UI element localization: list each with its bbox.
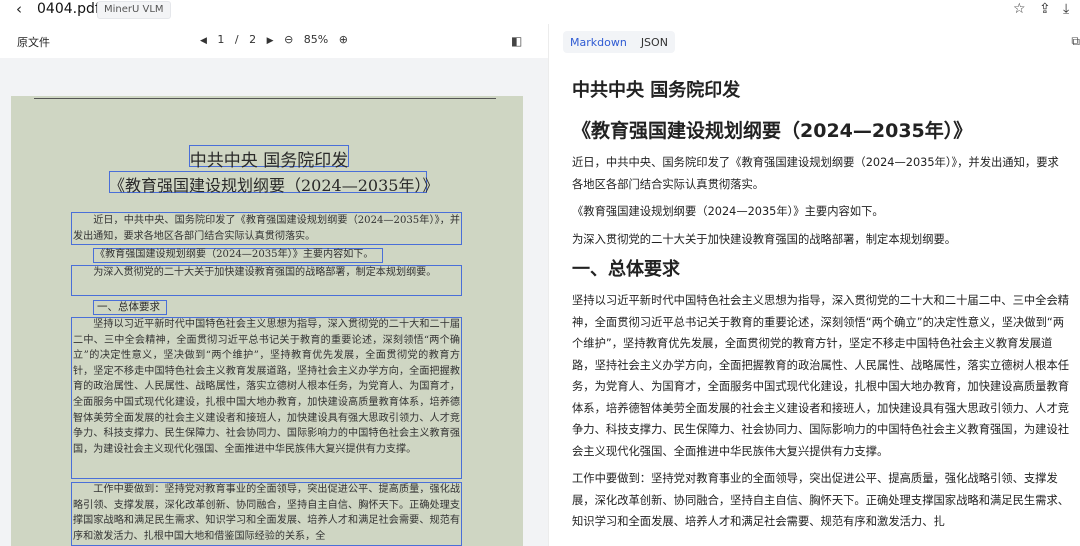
- md-heading-2: 一、总体要求: [572, 259, 680, 280]
- scan-paragraph-3: 为深入贯彻党的二十大关于加快建设教育强国的战略部署，制定本规划纲要。: [93, 267, 437, 278]
- download-icon[interactable]: ⤓: [1063, 1, 1069, 17]
- copy-icon[interactable]: ⧉: [1071, 34, 1080, 49]
- scan-title-2: 《教育强国建设规划纲要（2024—2035年）》: [109, 176, 439, 195]
- page-rule: [34, 98, 496, 99]
- md-heading-1: 中共中央 国务院印发: [572, 80, 741, 101]
- scan-paragraph-1: 近日，中共中央、国务院印发了《教育强国建设规划纲要（2024—2035年）》，并…: [73, 215, 460, 242]
- page-separator: /: [234, 33, 239, 46]
- tab-json[interactable]: JSON: [634, 32, 675, 54]
- page-current[interactable]: 1: [217, 33, 224, 46]
- scan-paragraph-2: 《教育强国建设规划纲要（2024—2035年）》主要内容如下。: [95, 249, 374, 260]
- zoom-in-icon[interactable]: ⊕: [339, 33, 348, 46]
- star-icon[interactable]: ☆: [1013, 1, 1026, 17]
- sidebar-toggle-icon[interactable]: ◧: [511, 34, 522, 48]
- scan-heading: 一、总体要求: [97, 301, 160, 313]
- pdf-page: 中共中央 国务院印发 《教育强国建设规划纲要（2024—2035年）》 近日，中…: [11, 96, 523, 546]
- md-paragraph-2: 《教育强国建设规划纲要（2024—2035年）》主要内容如下。: [572, 205, 884, 218]
- view-tabs: Markdown JSON: [563, 31, 675, 53]
- tab-markdown[interactable]: Markdown: [563, 32, 634, 54]
- markdown-view: 中共中央 国务院印发 《教育强国建设规划纲要（2024—2035年）》 近日，中…: [572, 78, 1070, 533]
- zoom-level: 85%: [303, 33, 329, 46]
- md-heading-1b: 《教育强国建设规划纲要（2024—2035年）》: [572, 120, 973, 142]
- page-total: 2: [249, 33, 257, 46]
- share-icon[interactable]: ⇪: [1039, 1, 1051, 17]
- zoom-out-icon[interactable]: ⊖: [284, 33, 293, 46]
- prev-page-icon[interactable]: ◀: [200, 36, 207, 46]
- md-paragraph-4: 坚持以习近平新时代中国特色社会主义思想为指导，深入贯彻党的二十大和二十届二中、三…: [572, 294, 1070, 458]
- pane-divider[interactable]: [548, 24, 549, 546]
- scan-title-1: 中共中央 国务院印发: [189, 151, 349, 171]
- md-paragraph-5: 工作中要做到：坚持党对教育事业的全面领导，突出促进公平、提高质量，强化战略引领、…: [572, 472, 1070, 528]
- top-bar: ‹ 0404.pdf MinerU VLM ☆ ⇪ ⤓: [0, 0, 1080, 20]
- scan-paragraph-4: 坚持以习近平新时代中国特色社会主义思想为指导，深入贯彻党的二十大和二十届二中、三…: [73, 319, 460, 455]
- right-toolbar: Markdown JSON ⧉: [549, 24, 1080, 58]
- model-badge: MinerU VLM: [97, 1, 171, 19]
- back-icon[interactable]: ‹: [16, 0, 22, 18]
- next-page-icon[interactable]: ▶: [267, 36, 274, 46]
- left-toolbar: 原文件 ◀ 1 / 2 ▶ ⊖ 85% ⊕ ◧: [0, 24, 548, 58]
- scan-paragraph-5: 工作中要做到：坚持党对教育事业的全面领导，突出促进公平、提高质量，强化战略引领、…: [73, 484, 460, 542]
- md-paragraph-3: 为深入贯彻党的二十大关于加快建设教育强国的战略部署，制定本规划纲要。: [572, 232, 957, 246]
- pager: ◀ 1 / 2 ▶ ⊖ 85% ⊕: [200, 33, 355, 46]
- file-name: 0404.pdf: [37, 1, 100, 17]
- source-file-label: 原文件: [17, 36, 50, 49]
- md-paragraph-1: 近日，中共中央、国务院印发了《教育强国建设规划纲要（2024—2035年）》，并…: [572, 156, 1059, 191]
